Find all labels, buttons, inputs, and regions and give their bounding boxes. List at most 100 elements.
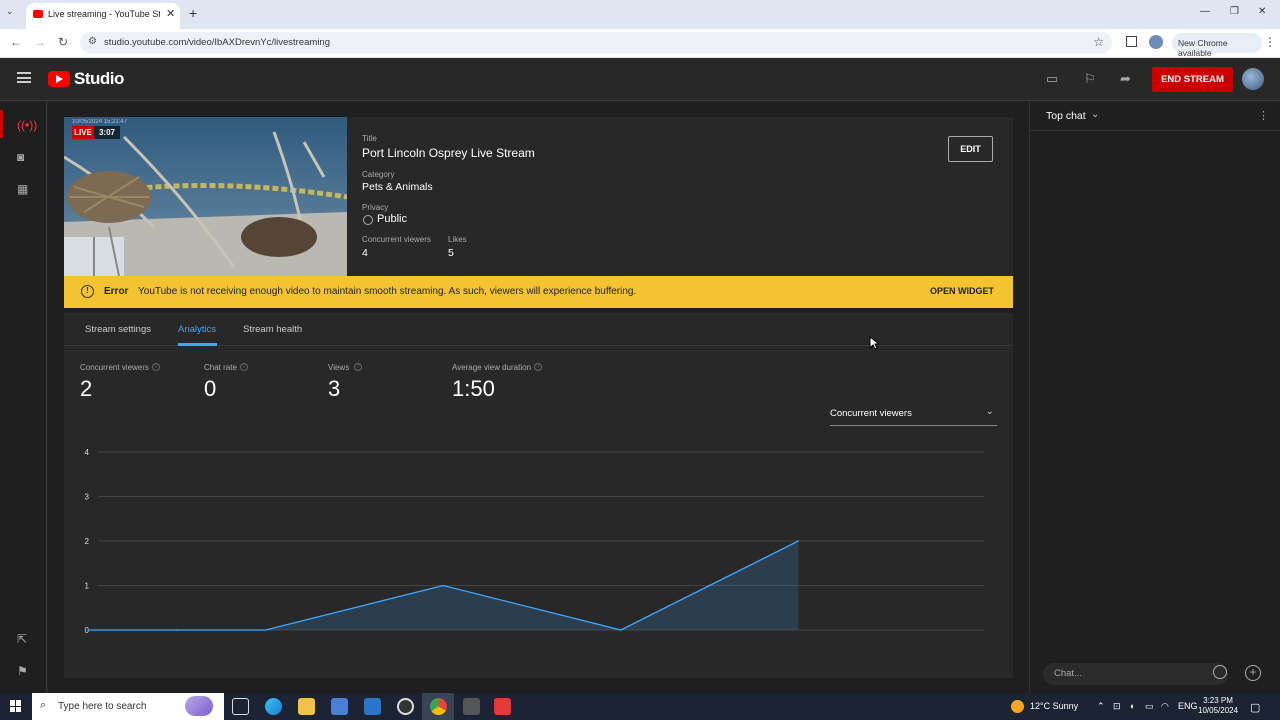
metric-label-chat-rate: Chat rate [204, 363, 237, 372]
chat-input[interactable]: Chat... [1043, 663, 1228, 685]
chat-mode-title[interactable]: Top chat [1046, 110, 1086, 122]
side-panel-icon[interactable] [1126, 36, 1137, 47]
display-icon[interactable]: ▭ [1145, 701, 1154, 712]
task-view-icon[interactable] [232, 698, 249, 715]
help-icon[interactable]: ? [534, 363, 542, 371]
preview-timestamp: 10/05/2024 15:21:47 [72, 119, 128, 125]
calendar-icon[interactable]: ▦ [17, 182, 28, 196]
alert-icon: ! [81, 285, 94, 298]
osprey-nest-preview-image [64, 117, 347, 276]
youtube-logo-icon[interactable] [48, 71, 70, 87]
more-vert-icon[interactable]: ⋮ [1258, 109, 1269, 122]
tab-stream-settings[interactable]: Stream settings [85, 324, 151, 335]
system-clock[interactable]: 3:23 PM 10/05/2024 [1198, 696, 1238, 716]
forward-icon[interactable]: → [34, 35, 46, 49]
y-tick-label: 4 [85, 448, 90, 457]
left-rail: ((•)) ◙ ▦ ⇱ ⚑ [0, 101, 47, 693]
chat-placeholder: Chat... [1054, 668, 1082, 679]
browser-tab[interactable]: Live streaming - YouTube Studio ✕ [26, 3, 180, 29]
reload-icon[interactable]: ↻ [58, 35, 68, 49]
new-tab-icon[interactable]: + [189, 5, 197, 21]
file-explorer-icon[interactable] [298, 698, 315, 715]
help-icon[interactable]: ? [354, 363, 362, 371]
stream-preview-thumbnail[interactable]: LIVE 3:07 10/05/2024 15:21:47 [64, 117, 347, 276]
tab-stream-health[interactable]: Stream health [243, 324, 302, 335]
edge-icon[interactable] [265, 698, 282, 715]
studio-logo-text[interactable]: Studio [74, 69, 124, 89]
tray-chevron-icon[interactable]: ⌃ [1097, 701, 1105, 712]
account-avatar[interactable] [1242, 68, 1264, 90]
help-icon[interactable]: ? [152, 363, 160, 371]
weather-text[interactable]: 12°C Sunny [1030, 701, 1078, 711]
live-duration: 3:07 [94, 126, 120, 139]
minimize-icon[interactable]: — [1200, 6, 1210, 17]
language-indicator[interactable]: ENG [1178, 701, 1198, 711]
recorder-icon[interactable] [494, 698, 511, 715]
rail-active-indicator [0, 110, 3, 138]
notification-icon[interactable]: ▢ [1250, 701, 1260, 714]
data-point [708, 584, 711, 587]
search-icon: ⌕ [40, 699, 47, 711]
volume-icon[interactable]: ◖ [1129, 701, 1134, 711]
close-window-icon[interactable]: ✕ [1258, 6, 1266, 17]
metric-value-concurrent-viewers: 2 [80, 376, 93, 401]
obs-icon[interactable] [397, 698, 414, 715]
category-label: Category [362, 170, 395, 179]
metric-dropdown[interactable]: Concurrent viewers ⌄ [830, 406, 997, 426]
feedback-icon[interactable]: ⚑ [17, 664, 28, 678]
store-icon[interactable] [331, 698, 348, 715]
metric-label-average-view-duration: Average view duration [452, 363, 532, 372]
edit-button[interactable]: EDIT [948, 136, 993, 162]
close-tab-icon[interactable]: ✕ [166, 7, 175, 20]
windows-start-icon[interactable] [10, 700, 22, 712]
restore-icon[interactable]: ❐ [1230, 6, 1239, 17]
metric-value-views: 3 [328, 376, 341, 401]
bookmark-star-icon[interactable]: ☆ [1093, 35, 1104, 49]
clock-time: 3:23 PM [1203, 696, 1233, 705]
share-icon[interactable]: ➦ [1120, 71, 1131, 87]
data-point [176, 629, 178, 631]
metric-dropdown-value: Concurrent viewers [830, 408, 912, 419]
tab-analytics[interactable]: Analytics [178, 324, 216, 335]
stream-privacy: Public [377, 213, 407, 225]
export-icon[interactable]: ⇱ [17, 632, 27, 646]
address-bar[interactable]: ⚙ studio.youtube.com/video/IbAXDrevnYc/l… [80, 32, 1112, 54]
chrome-icon[interactable] [430, 698, 447, 715]
open-widget-button[interactable]: OPEN WIDGET [930, 286, 994, 296]
clapperboard-icon[interactable]: ▭ [1046, 71, 1058, 87]
stream-info-card: LIVE 3:07 10/05/2024 15:21:47 Title Port… [64, 117, 1013, 276]
profile-icon[interactable] [1149, 35, 1163, 49]
site-info-icon[interactable]: ⚙ [88, 36, 97, 47]
data-point [264, 629, 267, 631]
chrome-menu-icon[interactable]: ⋮ [1264, 35, 1276, 49]
back-icon[interactable]: ← [10, 35, 22, 49]
weather-sun-icon[interactable] [1011, 700, 1024, 713]
emoji-icon[interactable] [1213, 665, 1227, 679]
mail-icon[interactable] [364, 698, 381, 715]
tab-search-icon[interactable]: ⌄ [6, 6, 14, 17]
end-stream-button[interactable]: END STREAM [1152, 67, 1233, 92]
concurrent-viewers-chart: 0123403:18 PM03:18 PM03:19 PM03:19 PM03:… [85, 448, 984, 633]
privacy-label: Privacy [362, 203, 389, 212]
active-tab-indicator [178, 343, 217, 346]
data-point [353, 606, 356, 609]
help-icon[interactable]: ? [240, 363, 248, 371]
menu-icon[interactable] [17, 72, 31, 83]
new-chrome-available-button[interactable]: New Chrome available [1172, 33, 1262, 58]
metric-label-concurrent-viewers: Concurrent viewers [80, 363, 149, 372]
likes-label: Likes [448, 235, 467, 244]
camera-icon[interactable]: ◙ [17, 150, 24, 164]
live-broadcast-icon[interactable]: ((•)) [17, 118, 37, 132]
data-point [442, 584, 445, 587]
chevron-down-icon: ⌄ [985, 406, 994, 417]
camera-app-icon[interactable] [463, 698, 480, 715]
bookmark-icon[interactable]: ⚐ [1084, 71, 1096, 87]
search-highlight-icon[interactable] [185, 696, 213, 716]
data-point [797, 540, 800, 542]
analytics-card: Stream settings Analytics Stream health … [64, 313, 1013, 678]
wifi-icon[interactable]: ◠ [1161, 701, 1169, 712]
data-point [620, 629, 622, 631]
network-icon[interactable]: ⊡ [1113, 701, 1121, 712]
add-icon[interactable]: + [1245, 665, 1261, 681]
chevron-down-icon[interactable]: ⌄ [1091, 109, 1099, 120]
